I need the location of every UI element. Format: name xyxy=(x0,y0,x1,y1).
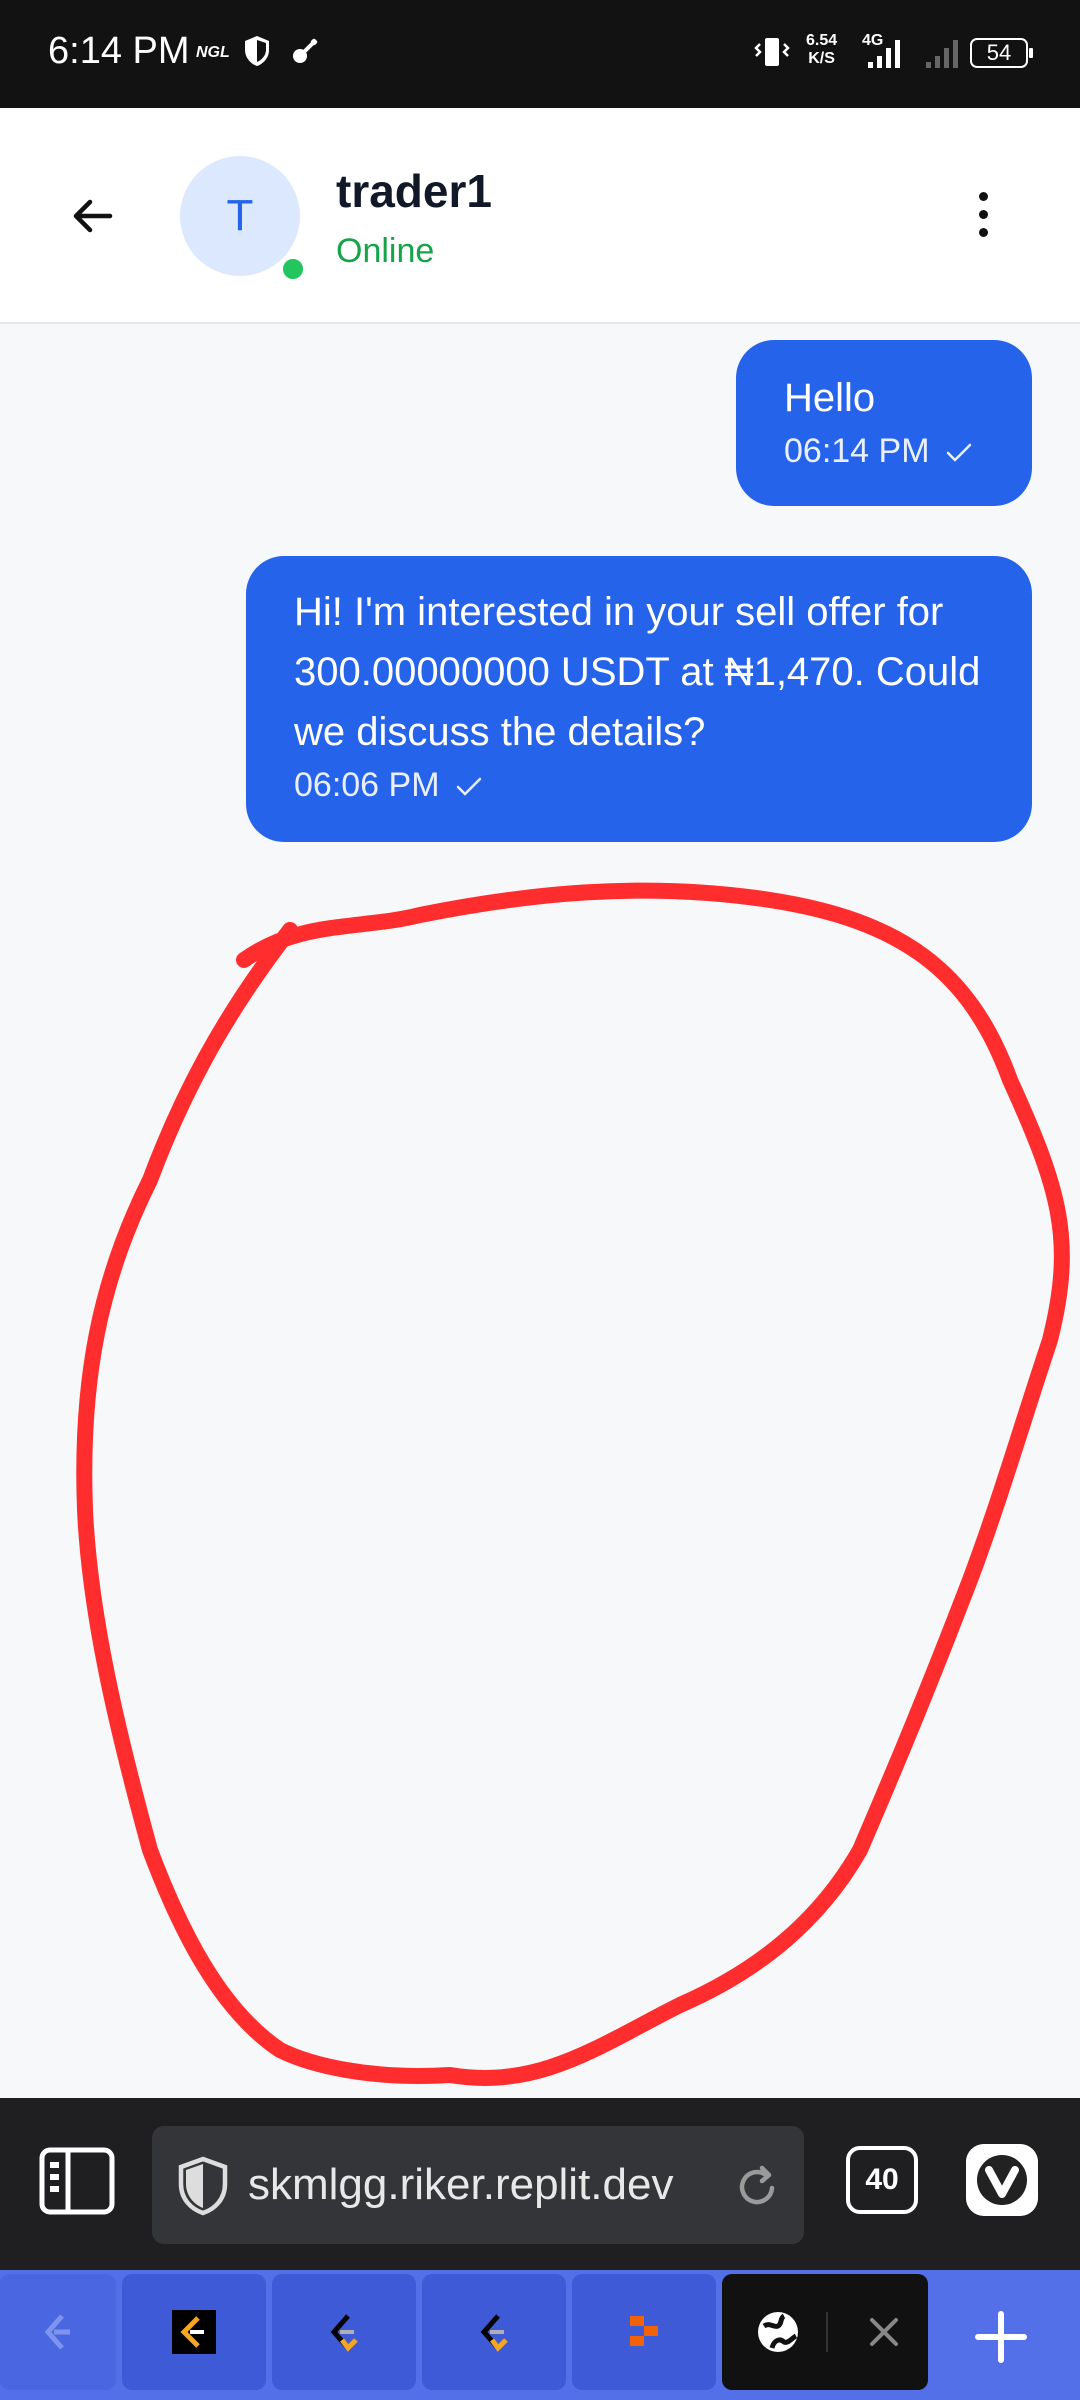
add-tab-icon[interactable] xyxy=(968,2304,1034,2370)
tab-item[interactable] xyxy=(272,2274,416,2390)
tab-item[interactable] xyxy=(422,2274,566,2390)
reload-icon[interactable] xyxy=(732,2162,782,2212)
message-bubble[interactable]: Hello 06:14 PM xyxy=(736,340,1032,506)
net-speed-value: 6.54 xyxy=(806,32,838,49)
back-arrow-icon[interactable] xyxy=(66,190,118,242)
tab-count-button[interactable]: 40 xyxy=(846,2146,918,2214)
message-time: 06:06 PM xyxy=(294,766,440,804)
globe-icon xyxy=(758,2312,798,2352)
sent-check-icon xyxy=(456,777,481,796)
vpn-key-icon xyxy=(293,38,318,63)
shield-status-icon xyxy=(245,36,269,66)
carrier-tag: NGL xyxy=(196,44,230,61)
message-text: Hello xyxy=(784,376,876,420)
contact-name[interactable]: trader1 xyxy=(336,164,492,218)
message-meta: 06:06 PM xyxy=(294,766,984,805)
signal-2-icon xyxy=(926,40,958,68)
close-tab-icon[interactable] xyxy=(862,2310,906,2354)
leetcode-icon xyxy=(330,2314,358,2352)
status-bar: 6:14 PM NGL 6.54 K/S 4G 54 xyxy=(0,0,1080,108)
message-text: Hi! I'm interested in your sell offer fo… xyxy=(294,590,981,754)
net-speed: 6.54 K/S xyxy=(806,32,837,68)
address-bar[interactable]: skmlgg.riker.replit.dev xyxy=(152,2126,804,2244)
tab-item[interactable] xyxy=(122,2274,266,2390)
contact-status: Online xyxy=(336,232,435,270)
browser-toolbar: skmlgg.riker.replit.dev 40 xyxy=(0,2098,1080,2270)
chat-header: T trader1 Online xyxy=(0,108,1080,324)
more-options-icon[interactable] xyxy=(968,192,998,242)
message-meta: 06:14 PM xyxy=(784,432,984,471)
avatar[interactable]: T xyxy=(180,156,300,276)
battery-icon: 54 xyxy=(970,38,1033,68)
status-time: 6:14 PM xyxy=(48,30,190,72)
vibrate-icon xyxy=(754,38,790,66)
message-bubble[interactable]: Hi! I'm interested in your sell offer fo… xyxy=(246,556,1032,842)
site-security-icon[interactable] xyxy=(176,2156,230,2216)
tab-strip xyxy=(0,2270,1080,2400)
message-time: 06:14 PM xyxy=(784,432,930,470)
online-indicator xyxy=(280,256,306,282)
sent-check-icon xyxy=(946,443,971,462)
vivaldi-menu-icon[interactable] xyxy=(966,2144,1038,2216)
net-speed-unit: K/S xyxy=(808,50,835,67)
signal-icon xyxy=(868,40,900,68)
tab-item[interactable] xyxy=(572,2274,716,2390)
url-text[interactable]: skmlgg.riker.replit.dev xyxy=(248,2160,692,2210)
leetcode-icon xyxy=(172,2310,216,2354)
tab-item-active[interactable] xyxy=(722,2274,928,2390)
replit-icon xyxy=(630,2316,658,2346)
panel-toggle-icon[interactable] xyxy=(38,2146,116,2216)
red-circle-annotation xyxy=(76,882,1070,2086)
leetcode-icon xyxy=(44,2314,70,2350)
leetcode-icon xyxy=(480,2314,508,2352)
tab-item[interactable] xyxy=(0,2274,116,2390)
